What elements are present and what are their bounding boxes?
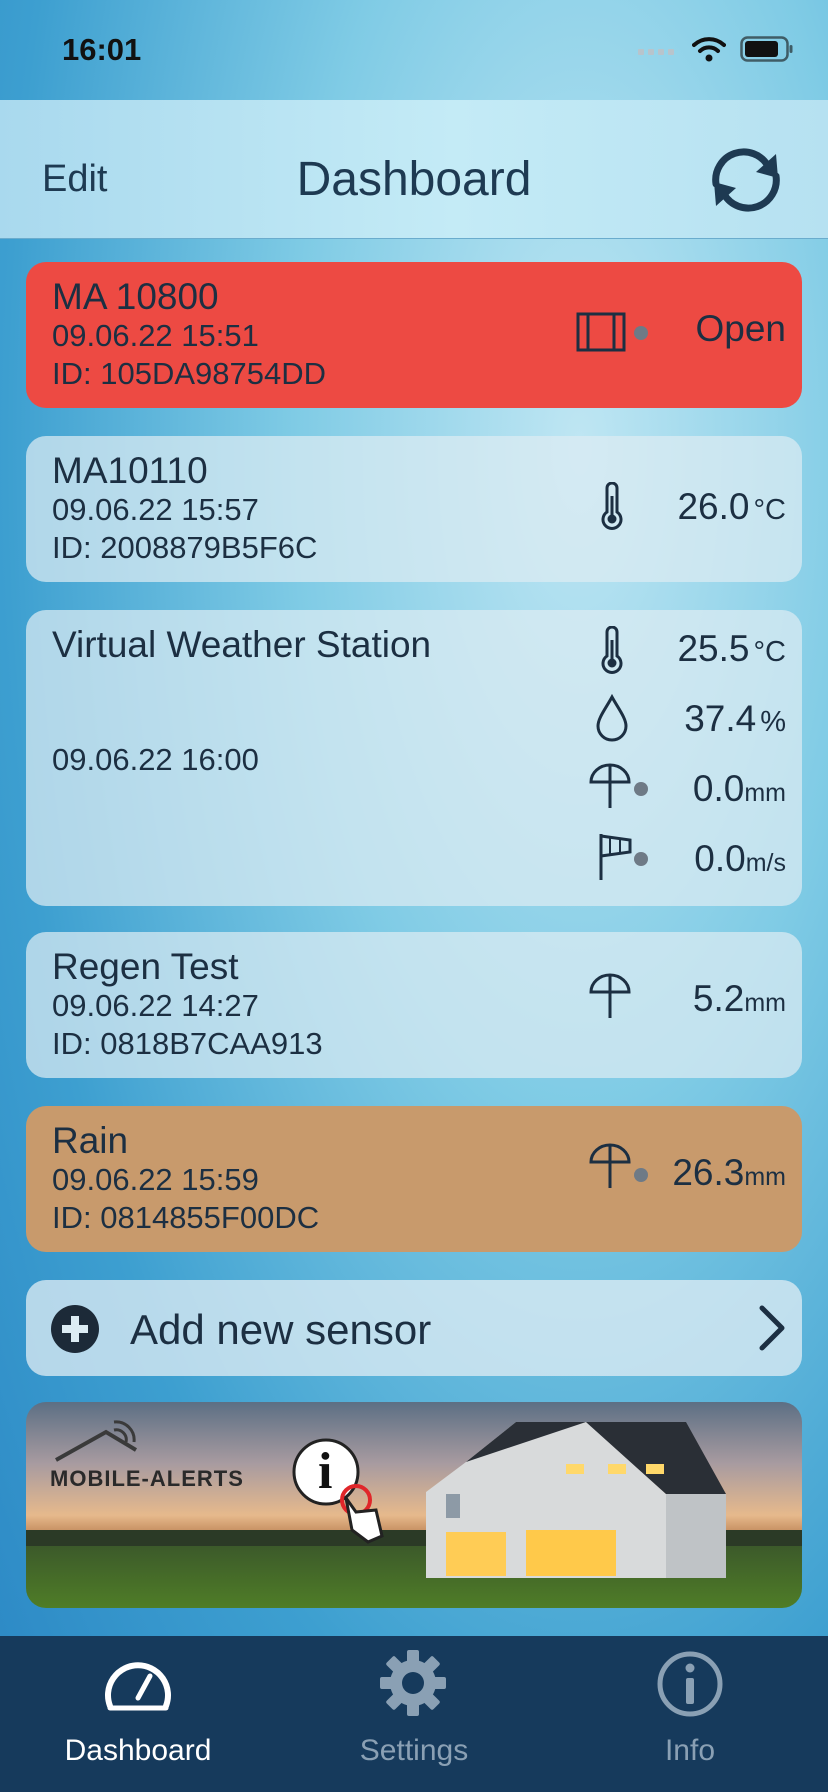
status-time: 16:01: [62, 32, 142, 67]
window-contact-icon: [576, 312, 626, 352]
reading-value: 5.2mm: [692, 978, 786, 1019]
thermometer-icon: [601, 626, 623, 674]
refresh-icon[interactable]: [706, 144, 786, 216]
status-dot: [634, 852, 648, 866]
reading-value: 0.0m/s: [694, 838, 786, 879]
humidity-drop-icon: [596, 694, 628, 742]
navigation-bar: Edit Dashboard: [0, 100, 828, 239]
sensor-name: MA 10800: [52, 276, 219, 317]
sensor-name: MA10110: [52, 450, 208, 491]
reading-value: 26.3mm: [672, 1152, 786, 1193]
reading-value: 25.5 °C: [677, 628, 786, 669]
rain-umbrella-icon: [589, 763, 631, 808]
tab-info[interactable]: Info: [552, 1636, 828, 1792]
rain-umbrella-icon: [589, 1143, 631, 1188]
sensor-card[interactable]: Rain 09.06.22 15:59 ID: 0814855F00DC 26.…: [26, 1106, 802, 1252]
gear-icon: [380, 1650, 446, 1716]
info-icon: [657, 1651, 723, 1717]
page-title: Dashboard: [296, 153, 532, 206]
sensor-id: ID: 2008879B5F6C: [52, 530, 318, 565]
reading-value: 0.0mm: [692, 768, 786, 809]
sensor-timestamp: 09.06.22 14:27: [52, 988, 259, 1023]
tab-label: Dashboard: [64, 1734, 212, 1767]
sensor-card[interactable]: Virtual Weather Station 09.06.22 16:00 2…: [26, 610, 802, 906]
sensor-timestamp: 09.06.22 15:57: [52, 492, 259, 527]
sensor-name: Rain: [52, 1120, 129, 1161]
sensor-card[interactable]: MA10110 09.06.22 15:57 ID: 2008879B5F6C …: [26, 436, 802, 582]
reading-value: 37.4%: [684, 698, 786, 739]
sensor-timestamp: 09.06.22 16:00: [52, 742, 259, 777]
brand-logo: MOBILE-ALERTS: [50, 1466, 244, 1491]
reading-value: 26.0 °C: [677, 486, 786, 527]
speedometer-icon: [105, 1662, 171, 1711]
sensor-id: ID: 0814855F00DC: [52, 1200, 320, 1235]
add-sensor-label: Add new sensor: [130, 1306, 432, 1353]
tab-bar: Dashboard Settings Info: [0, 1636, 828, 1792]
info-badge-icon: i: [318, 1443, 333, 1500]
tab-label: Info: [664, 1734, 716, 1767]
sensor-timestamp: 09.06.22 15:59: [52, 1162, 259, 1197]
wifi-icon: [692, 37, 726, 62]
tab-dashboard[interactable]: Dashboard: [0, 1636, 276, 1792]
status-dot: [634, 1168, 648, 1182]
status-dot: [634, 326, 648, 340]
status-icons: [638, 36, 794, 62]
sensor-id: ID: 105DA98754DD: [52, 356, 326, 391]
reading-value: Open: [695, 308, 786, 349]
sensor-card[interactable]: MA 10800 09.06.22 15:51 ID: 105DA98754DD…: [26, 262, 802, 408]
sensor-name: Regen Test: [52, 946, 239, 987]
battery-icon: [740, 36, 793, 62]
tab-settings[interactable]: Settings: [276, 1636, 552, 1792]
tab-label: Settings: [359, 1734, 469, 1767]
sensor-name: Virtual Weather Station: [52, 624, 432, 665]
house-illustration: [26, 1420, 802, 1578]
cellular-signal-icon: [638, 49, 674, 55]
add-sensor-button[interactable]: Add new sensor: [26, 1280, 802, 1376]
status-bar: 16:01: [0, 0, 828, 100]
thermometer-icon: [601, 482, 623, 530]
sensor-timestamp: 09.06.22 15:51: [52, 318, 259, 353]
rain-umbrella-icon: [589, 973, 631, 1018]
sensor-card[interactable]: Regen Test 09.06.22 14:27 ID: 0818B7CAA9…: [26, 932, 802, 1078]
sensor-id: ID: 0818B7CAA913: [52, 1026, 323, 1061]
add-circle-icon: [51, 1305, 99, 1353]
status-dot: [634, 782, 648, 796]
info-banner[interactable]: MOBILE-ALERTS i: [26, 1402, 802, 1608]
wind-sock-icon: [599, 834, 632, 880]
chevron-right-icon: [759, 1305, 785, 1351]
